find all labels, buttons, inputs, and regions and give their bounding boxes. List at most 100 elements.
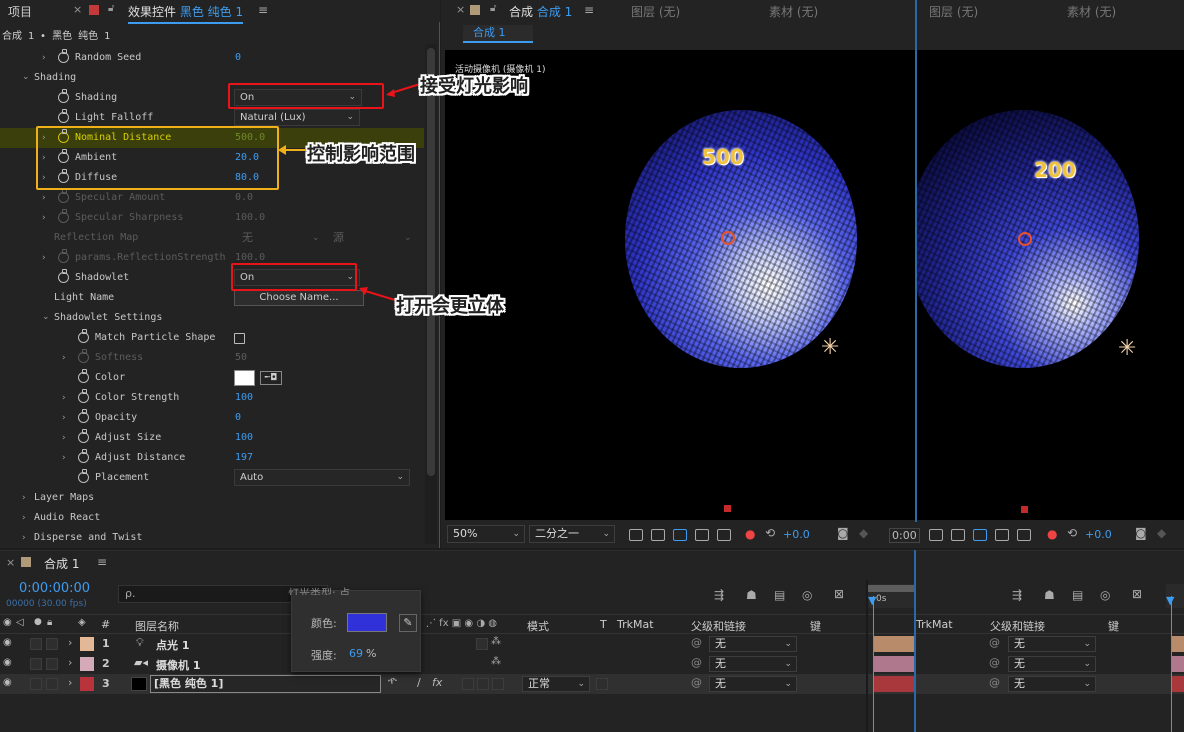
parent-select-2[interactable]: 无 ⌄ bbox=[1008, 636, 1096, 652]
light-falloff-select[interactable]: Natural (Lux) ⌄ bbox=[234, 109, 360, 126]
grid-guides-icon[interactable] bbox=[717, 529, 731, 541]
pickwhip-icon[interactable]: @ bbox=[691, 636, 702, 649]
light-color-swatch[interactable] bbox=[347, 613, 387, 632]
chevron-right-icon[interactable]: › bbox=[22, 488, 26, 508]
stopwatch-icon[interactable] bbox=[78, 369, 89, 383]
chevron-right-icon[interactable]: › bbox=[62, 388, 66, 408]
draft-3d-icon-2[interactable]: ⇶ bbox=[1012, 588, 1022, 602]
color-swatch[interactable] bbox=[234, 370, 255, 386]
exposure-value[interactable]: +0.0 bbox=[783, 528, 810, 541]
placement-select[interactable]: Auto ⌄ bbox=[234, 469, 410, 486]
col-trkmat-2[interactable]: TrkMat bbox=[916, 618, 953, 631]
viewer-subtab[interactable]: 合成 1 bbox=[463, 25, 533, 43]
expand-icon[interactable]: › bbox=[68, 636, 72, 649]
stopwatch-icon[interactable] bbox=[58, 49, 69, 63]
label-color-swatch[interactable] bbox=[80, 637, 94, 651]
col-mode[interactable]: 模式 bbox=[527, 618, 549, 634]
stopwatch-icon[interactable] bbox=[78, 469, 89, 483]
prop-value[interactable]: 100 bbox=[235, 388, 253, 408]
graph-editor-icon-2[interactable]: ⊠ bbox=[1132, 587, 1142, 601]
panel-menu-icon[interactable]: ≡ bbox=[584, 3, 594, 17]
pickwhip-icon[interactable]: @ bbox=[989, 636, 1000, 649]
group-audio-react[interactable]: › Audio React bbox=[0, 508, 424, 528]
audio-toggle[interactable] bbox=[30, 678, 42, 690]
layer-duration-bar[interactable] bbox=[873, 656, 915, 672]
solo-icon[interactable]: ● bbox=[34, 617, 42, 627]
parent-select[interactable]: 无 ⌄ bbox=[709, 656, 797, 672]
layer-duration-bar-2[interactable] bbox=[1171, 676, 1184, 692]
effects-switch-icon[interactable]: fx bbox=[432, 676, 442, 689]
audio-toggle[interactable] bbox=[30, 638, 42, 650]
grid-guides-icon-2[interactable] bbox=[1017, 529, 1031, 541]
exposure-value-2[interactable]: +0.0 bbox=[1085, 528, 1112, 541]
pickwhip-icon[interactable]: @ bbox=[691, 656, 702, 669]
motion-blur-icon[interactable]: ◎ bbox=[802, 588, 812, 602]
parent-select[interactable]: 无 ⌄ bbox=[709, 676, 797, 692]
match-shape-checkbox[interactable] bbox=[234, 333, 245, 344]
tab-project[interactable]: 项目 bbox=[8, 3, 32, 20]
scrollbar-thumb[interactable] bbox=[427, 48, 435, 476]
tab-effect-controls[interactable]: 效果控件 黑色 纯色 1 bbox=[128, 3, 244, 24]
layer-name[interactable]: 点光 1 bbox=[156, 637, 189, 653]
motion-blur-icon-2[interactable]: ◎ bbox=[1100, 588, 1110, 602]
chevron-right-icon[interactable]: › bbox=[62, 428, 66, 448]
light-icon[interactable]: ✳ bbox=[821, 335, 839, 360]
lock-toggle[interactable] bbox=[46, 658, 58, 670]
panel-menu-icon[interactable]: ≡ bbox=[258, 3, 268, 17]
graph-editor-icon[interactable]: ⊠ bbox=[834, 587, 844, 601]
pickwhip-icon[interactable]: @ bbox=[691, 676, 702, 689]
prop-value[interactable]: 197 bbox=[235, 448, 253, 468]
chevron-down-icon[interactable]: ⌄ bbox=[42, 307, 50, 327]
shy-layers-icon[interactable]: ☗ bbox=[746, 588, 757, 602]
preserve-transparency-toggle[interactable] bbox=[596, 678, 608, 690]
prop-value[interactable]: 0 bbox=[235, 408, 241, 428]
collapse-switch-icon[interactable]: ዯ bbox=[388, 676, 397, 687]
resolution-select[interactable]: 二分之一 ⌄ bbox=[529, 525, 615, 543]
eye-icon[interactable]: ◉ bbox=[3, 657, 12, 668]
parent-select-2[interactable]: 无 ⌄ bbox=[1008, 656, 1096, 672]
stopwatch-icon[interactable] bbox=[58, 89, 69, 103]
playhead-handle[interactable]: ▼ bbox=[868, 594, 876, 607]
eye-icon[interactable]: ◉ bbox=[3, 677, 12, 688]
light-icon[interactable]: ✳ bbox=[1118, 336, 1136, 361]
panel-menu-icon[interactable]: ≡ bbox=[97, 555, 107, 569]
chevron-right-icon[interactable]: › bbox=[62, 448, 66, 468]
parent-select-2[interactable]: 无 ⌄ bbox=[1008, 676, 1096, 692]
stopwatch-icon[interactable] bbox=[78, 329, 89, 343]
frame-blending-icon-2[interactable]: ▤ bbox=[1072, 588, 1083, 602]
group-disperse-twist[interactable]: › Disperse and Twist bbox=[0, 528, 424, 548]
stopwatch-icon[interactable] bbox=[78, 449, 89, 463]
switch-box[interactable] bbox=[492, 678, 504, 690]
eye-icon[interactable]: ◉ bbox=[3, 637, 12, 648]
chevron-right-icon[interactable]: › bbox=[22, 528, 26, 548]
anchor-point-icon[interactable] bbox=[1018, 232, 1032, 246]
fast-preview-icon[interactable] bbox=[629, 529, 643, 541]
tab-layer-2[interactable]: 图层 (无) bbox=[929, 3, 978, 20]
lock-icon[interactable]: 🔓︎ bbox=[490, 3, 496, 14]
label-color-swatch[interactable] bbox=[80, 657, 94, 671]
mask-visibility-icon-2[interactable] bbox=[973, 529, 987, 541]
region-of-interest-icon-2[interactable] bbox=[995, 529, 1009, 541]
col-parent-2[interactable]: 父级和链接 bbox=[990, 618, 1045, 634]
expand-icon[interactable]: › bbox=[68, 676, 72, 689]
layer-row[interactable]: ◉ › 1 💡︎ 点光 1 ⁂ @ 无 ⌄ @ 无 ⌄ bbox=[0, 634, 1184, 654]
viewer-canvas-right[interactable]: 200 ✳ bbox=[917, 50, 1184, 520]
transparency-grid-icon-2[interactable] bbox=[951, 529, 965, 541]
chevron-right-icon[interactable]: › bbox=[42, 48, 46, 68]
layer-name-field[interactable]: [黑色 纯色 1] bbox=[150, 675, 381, 693]
prop-value[interactable]: 100 bbox=[235, 428, 253, 448]
lock-toggle[interactable] bbox=[46, 638, 58, 650]
eyedropper-icon[interactable]: ╾◘ bbox=[260, 371, 282, 385]
parent-pickwhip-icon[interactable]: ⁂ bbox=[491, 636, 501, 647]
chevron-right-icon[interactable]: › bbox=[62, 408, 66, 428]
parent-pickwhip-icon[interactable]: ⁂ bbox=[491, 656, 501, 667]
current-timecode[interactable]: 0:00:00:00 bbox=[19, 581, 90, 596]
anchor-point-icon[interactable] bbox=[721, 231, 735, 245]
tab-footage-2[interactable]: 素材 (无) bbox=[1067, 3, 1116, 20]
stopwatch-icon[interactable] bbox=[78, 389, 89, 403]
close-icon[interactable]: × bbox=[73, 3, 82, 16]
layer-row[interactable]: ◉ › 2 ▰◂ 摄像机 1 ⁂ @ 无 ⌄ @ 无 ⌄ bbox=[0, 654, 1184, 674]
work-area-bar[interactable] bbox=[868, 585, 916, 592]
color-channels-icon-2[interactable]: ● bbox=[1047, 527, 1057, 541]
stopwatch-icon[interactable] bbox=[78, 409, 89, 423]
